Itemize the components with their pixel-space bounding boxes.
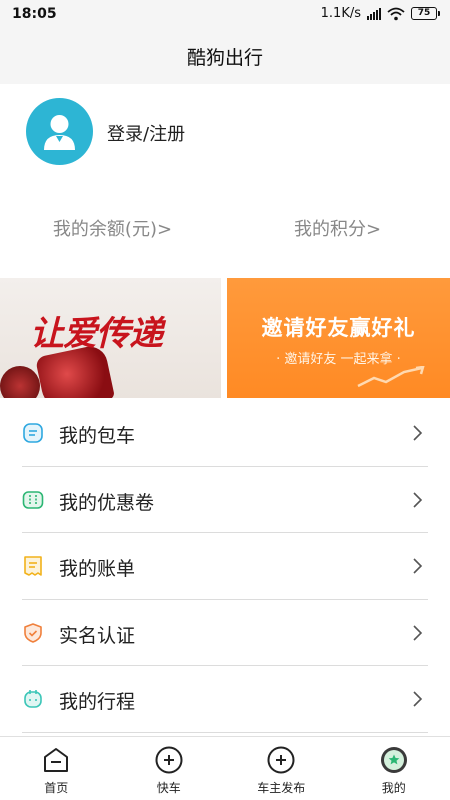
tab-label: 快车 <box>156 781 181 795</box>
love-banner[interactable]: 让爱传递 <box>0 278 221 398</box>
menu-item-verification[interactable]: 实名认证 <box>0 600 450 666</box>
tab-label: 车主发布 <box>257 781 306 795</box>
tab-express[interactable]: 快车 <box>113 737 226 800</box>
avatar[interactable] <box>26 98 93 165</box>
wifi-icon <box>387 7 405 20</box>
bottom-tab-bar: 首页 快车 车主发布 我的 <box>0 736 450 800</box>
page-title: 酷狗出行 <box>186 47 263 69</box>
network-speed: 1.1K/s <box>320 6 361 21</box>
menu-item-label: 我的行程 <box>59 691 136 713</box>
coupon-icon <box>22 490 44 509</box>
love-banner-text: 让爱传递 <box>30 314 163 354</box>
chevron-right-icon <box>413 624 423 641</box>
status-indicators: 1.1K/s 75 <box>321 6 440 21</box>
bill-icon <box>24 556 42 576</box>
divider <box>22 731 428 733</box>
menu-item-charter[interactable]: 我的包车 <box>0 400 450 467</box>
chevron-right-icon <box>413 691 423 707</box>
chevron-right-icon <box>413 558 423 574</box>
balance-link[interactable]: 我的余额(元)> <box>0 210 225 250</box>
menu-item-coupons[interactable]: 我的优惠卷 <box>0 467 450 533</box>
plus-circle-icon <box>155 746 183 774</box>
banner-row: 让爱传递 邀请好友赢好礼 · 邀请好友 一起来拿 · <box>0 278 450 398</box>
login-register-link[interactable]: 登录/注册 <box>107 120 185 146</box>
tab-label: 我的 <box>381 781 406 795</box>
menu-item-label: 我的优惠卷 <box>59 491 155 514</box>
user-icon <box>44 115 75 150</box>
menu-item-label: 实名认证 <box>59 624 136 647</box>
tab-mine[interactable]: 我的 <box>338 737 450 800</box>
invite-banner[interactable]: 邀请好友赢好礼 · 邀请好友 一起来拿 · <box>227 278 450 398</box>
chevron-right-icon <box>413 425 423 441</box>
app-bar: 酷狗出行 <box>0 32 450 84</box>
home-icon <box>44 748 69 772</box>
trend-chart-icon <box>357 366 425 388</box>
tab-driver-publish[interactable]: 车主发布 <box>225 737 338 800</box>
battery-icon: 75 <box>411 7 440 20</box>
signal-icon <box>367 7 381 20</box>
invite-banner-subtitle: · 邀请好友 一起来拿 · <box>276 352 401 367</box>
menu-item-bills[interactable]: 我的账单 <box>0 533 450 600</box>
chevron-right-icon <box>413 491 423 508</box>
battery-level: 75 <box>411 7 437 20</box>
tab-home[interactable]: 首页 <box>0 737 113 800</box>
invite-banner-title: 邀请好友赢好礼 <box>261 316 416 340</box>
star-circle-icon <box>380 747 407 773</box>
points-link[interactable]: 我的积分> <box>225 210 450 250</box>
status-bar: 18:05 1.1K/s 75 <box>0 0 450 32</box>
charter-icon <box>23 423 43 443</box>
profile-section: 登录/注册 <box>0 84 450 184</box>
menu-list: 我的包车 我的优惠卷 我的账单 实名认证 我的行程 <box>0 400 450 733</box>
shield-icon <box>24 622 42 643</box>
trip-icon <box>24 690 42 708</box>
tab-label: 首页 <box>44 781 69 795</box>
menu-item-label: 我的包车 <box>59 425 136 447</box>
gem-decoration <box>0 366 40 398</box>
plus-circle-icon <box>267 746 295 774</box>
status-time: 18:05 <box>12 6 57 22</box>
menu-item-trips[interactable]: 我的行程 <box>0 666 450 733</box>
menu-item-label: 我的账单 <box>59 558 136 580</box>
account-stats: 我的余额(元)> 我的积分> <box>0 210 450 250</box>
